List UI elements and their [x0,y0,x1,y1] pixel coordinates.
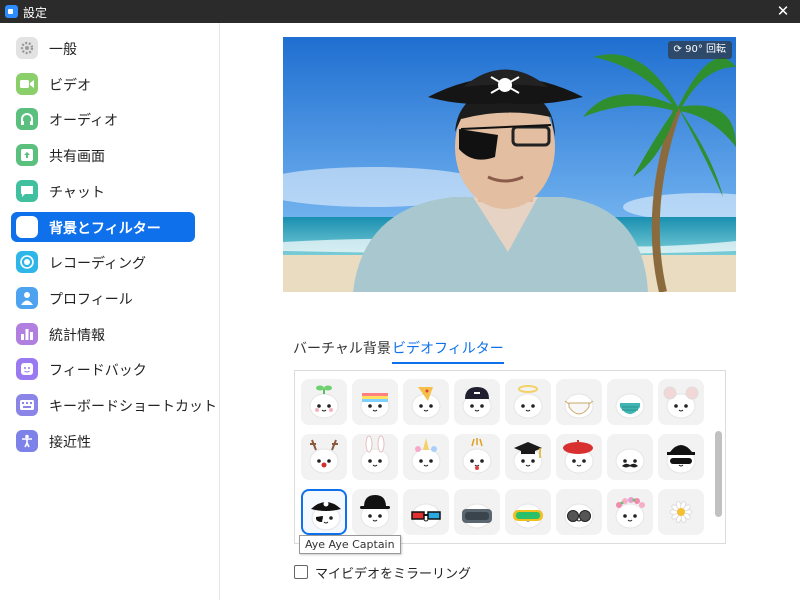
sidebar-item-2[interactable]: オーディオ [11,104,195,134]
filter-bowler[interactable] [352,489,398,535]
sidebar-item-label: 背景とフィルター [49,220,161,237]
filter-pirate[interactable] [301,489,347,535]
filter-reindeer[interactable] [301,434,347,480]
filter-pizza[interactable] [403,379,449,425]
record-icon [16,251,38,274]
sidebar-item-label: チャット [49,184,105,201]
person-icon [16,286,38,309]
sidebar-item-label: 一般 [49,42,77,58]
video-preview-image [283,37,736,292]
sidebar-item-4[interactable]: チャット [11,176,195,206]
filter-unicorn[interactable] [403,434,449,480]
sidebar-item-7[interactable]: プロフィール [11,283,195,313]
settings-sidebar: 一般ビデオオーディオ共有画面チャット背景とフィルター レコーディング プロフィール統… [0,23,220,600]
filter-mouse[interactable] [658,379,704,425]
video-filter-panel [294,370,726,544]
filter-daisy[interactable] [658,489,704,535]
filter-bunny[interactable] [352,434,398,480]
sidebar-item-1[interactable]: ビデオ [11,69,195,99]
filter-mask-white[interactable] [556,379,602,425]
filter-ski-goggles[interactable] [505,489,551,535]
sidebar-item-label: プロフィール [49,291,133,308]
filter-graduation[interactable] [505,434,551,480]
share-screen-icon [16,144,38,167]
filter-mask-teal[interactable] [607,379,653,425]
filter-scrollbar[interactable] [715,377,722,539]
sidebar-item-5[interactable]: 背景とフィルター [11,211,195,242]
sidebar-item-label: 接近性 [49,434,91,451]
tab-virtual-background[interactable]: バーチャル背景 [293,338,391,358]
sidebar-item-label: 共有画面 [49,149,105,166]
filter-party[interactable] [454,434,500,480]
video-preview: ⟳ 90° 回転 [283,37,736,292]
sidebar-item-label: オーディオ [49,113,119,130]
rotate-label: 90° 回転 [685,44,726,55]
filter-sprout[interactable] [301,379,347,425]
sidebar-item-label: レコーディング [49,256,147,273]
sidebar-item-3[interactable]: 共有画面 [11,140,195,170]
settings-window: 設定 ✕ 一般ビデオオーディオ共有画面チャット背景とフィルター レコーディング プロ… [0,0,800,600]
filter-rainbow[interactable] [352,379,398,425]
chat-bubble-icon [16,179,38,202]
filter-cap[interactable] [454,379,500,425]
gear-icon [16,37,38,59]
sidebar-item-label: 統計情報 [49,327,105,344]
sidebar-item-10[interactable]: キーボードショートカット [11,390,217,420]
video-camera-icon [16,72,38,95]
sidebar-item-label: キーボードショートカット [49,399,217,415]
smiley-icon [16,358,38,381]
headphones-icon [16,108,38,131]
person-card-icon [16,215,38,238]
window-title: 設定 [23,6,48,20]
filter-beret[interactable] [556,434,602,480]
accessibility-icon [16,429,38,452]
sidebar-item-6[interactable]: レコーディング [11,247,195,277]
mirror-video-label: マイビデオをミラーリング [315,567,472,582]
zoom-app-icon [5,5,18,18]
rotate-90-button[interactable]: ⟳ 90° 回転 [667,41,732,59]
sidebar-item-8[interactable]: 統計情報 [11,319,195,349]
rotate-icon: ⟳ [673,44,686,55]
sidebar-item-label: ビデオ [49,77,91,94]
sidebar-item-0[interactable]: 一般 [11,33,195,63]
title-bar: 設定 ✕ [0,0,800,23]
filter-3d-glasses[interactable] [403,489,449,535]
sidebar-item-label: フィードバック [49,363,147,380]
scrollbar-thumb[interactable] [715,431,722,517]
filter-vr-headset[interactable] [454,489,500,535]
mirror-video-checkbox[interactable] [294,565,308,579]
keyboard-icon [16,394,38,416]
filter-tooltip: Aye Aye Captain [299,535,401,554]
sidebar-item-9[interactable]: フィードバック [11,354,195,384]
bar-chart-icon [16,322,38,345]
sidebar-item-11[interactable]: 接近性 [11,426,195,456]
filter-halo[interactable] [505,379,551,425]
tab-video-filter[interactable]: ビデオフィルター [392,338,504,364]
filter-round-glasses[interactable] [556,489,602,535]
filter-mustache[interactable] [607,434,653,480]
filter-bandit[interactable] [658,434,704,480]
filter-flower-crown[interactable] [607,489,653,535]
close-button[interactable]: ✕ [774,2,792,20]
